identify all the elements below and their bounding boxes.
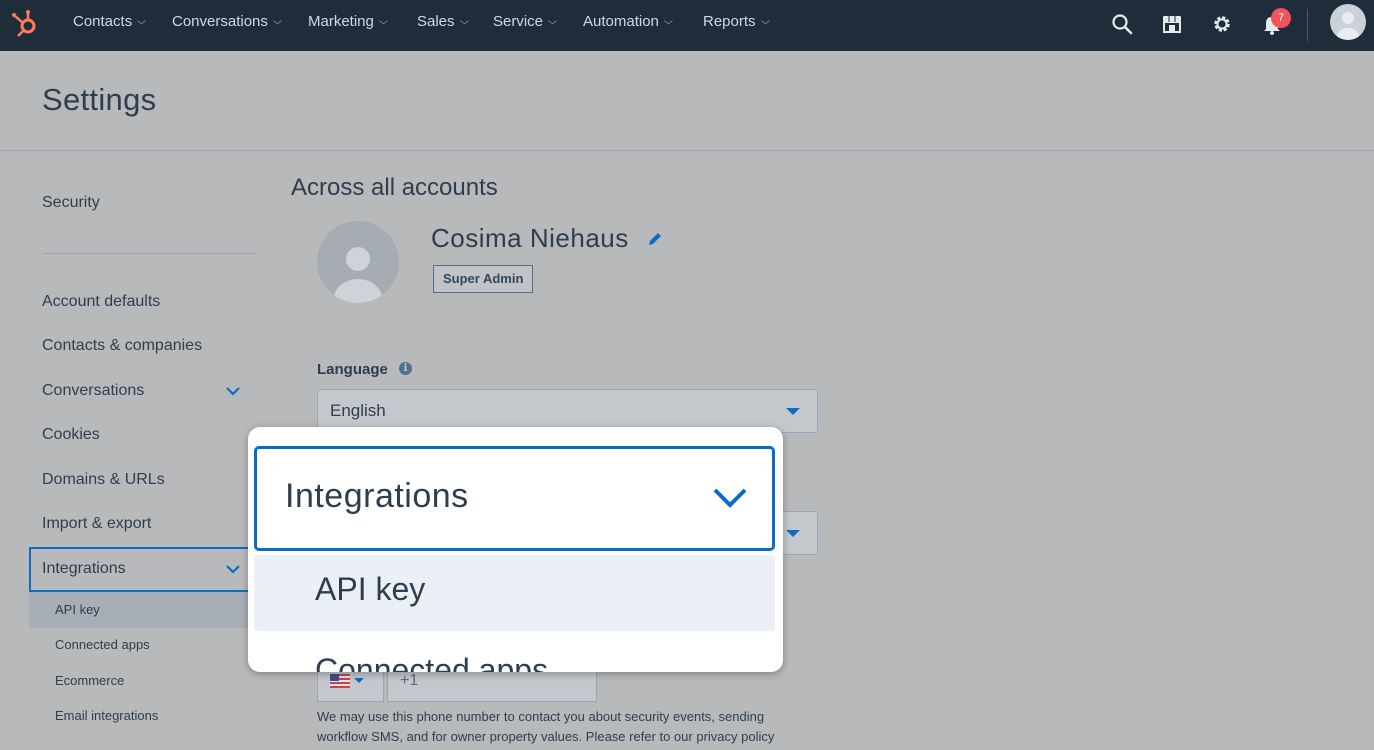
- sidebar-divider: [42, 253, 256, 254]
- nav-reports-label: Reports: [703, 13, 756, 30]
- nav-marketing-label: Marketing: [308, 13, 374, 30]
- chevron-down-icon: ⌵: [760, 16, 770, 26]
- nav-service-label: Service: [493, 13, 544, 30]
- nav-marketing[interactable]: Marketing ⌵: [308, 13, 388, 30]
- sidebar-item-account-defaults[interactable]: Account defaults: [42, 293, 160, 311]
- nav-conversations[interactable]: Conversations ⌵: [172, 13, 282, 30]
- caret-down-icon: [786, 530, 800, 537]
- nav-sales[interactable]: Sales ⌵: [417, 13, 469, 30]
- sidebar-item-integrations[interactable]: Integrations: [42, 560, 126, 578]
- sidebar-item-domains-urls[interactable]: Domains & URLs: [42, 471, 165, 489]
- user-name: Cosima Niehaus: [431, 223, 629, 253]
- caret-down-icon: [354, 678, 364, 683]
- integrations-menu-header[interactable]: Integrations: [254, 446, 775, 551]
- top-navigation-bar: Contacts ⌵ Conversations ⌵ Marketing ⌵ Sale…: [0, 0, 1374, 51]
- phone-prefix: +1: [400, 672, 419, 689]
- chevron-down-icon[interactable]: [225, 386, 241, 396]
- sidebar-item-cookies[interactable]: Cookies: [42, 426, 100, 444]
- sidebar-item-import-export[interactable]: Import & export: [42, 515, 151, 533]
- language-select-value: English: [330, 401, 386, 420]
- sidebar-item-security[interactable]: Security: [42, 194, 100, 212]
- chevron-down-icon[interactable]: [225, 564, 241, 574]
- gear-icon[interactable]: [1210, 12, 1234, 36]
- chevron-down-icon: ⌵: [137, 16, 147, 26]
- chevron-down-icon: ⌵: [548, 16, 557, 26]
- nav-service[interactable]: Service ⌵: [493, 13, 557, 30]
- menu-item-connected-apps[interactable]: Connected apps: [315, 652, 548, 672]
- chevron-down-icon[interactable]: [712, 487, 748, 509]
- menu-item-api-key-label: API key: [315, 571, 426, 607]
- nav-automation-label: Automation: [583, 13, 659, 30]
- sidebar-item-contacts-companies[interactable]: Contacts & companies: [42, 337, 202, 355]
- sidebar-subitem-email-integrations[interactable]: Email integrations: [55, 708, 158, 723]
- page-title: Settings: [42, 82, 157, 117]
- nav-reports[interactable]: Reports ⌵: [703, 13, 770, 30]
- role-badge: Super Admin: [433, 265, 534, 293]
- caret-down-icon: [786, 408, 800, 415]
- chevron-down-icon: ⌵: [459, 16, 469, 26]
- marketplace-icon[interactable]: [1160, 12, 1184, 36]
- us-flag-icon: [330, 674, 350, 688]
- hubspot-logo-icon[interactable]: [10, 8, 40, 38]
- language-label: Language: [317, 361, 388, 378]
- avatar-person-icon: [333, 247, 383, 303]
- nav-contacts[interactable]: Contacts ⌵: [73, 13, 147, 30]
- sidebar-subitem-connected-apps[interactable]: Connected apps: [55, 637, 150, 652]
- integrations-header-label: Integrations: [285, 477, 469, 515]
- user-avatar[interactable]: [1330, 4, 1366, 40]
- nav-divider: [1307, 9, 1308, 41]
- notification-badge: 7: [1271, 8, 1291, 28]
- header-divider: [0, 150, 1374, 151]
- zoom-callout: Integrations API key Connected apps: [248, 427, 783, 672]
- chevron-down-icon: ⌵: [663, 16, 673, 26]
- menu-item-api-key[interactable]: API key: [254, 555, 775, 631]
- sidebar-subitem-ecommerce[interactable]: Ecommerce: [55, 673, 124, 688]
- search-icon[interactable]: [1110, 12, 1134, 36]
- sidebar-subitem-api-key[interactable]: API key: [55, 602, 100, 617]
- chevron-down-icon: ⌵: [272, 16, 282, 26]
- edit-pencil-icon[interactable]: [646, 230, 664, 248]
- nav-contacts-label: Contacts: [73, 13, 133, 30]
- chevron-down-icon: ⌵: [378, 16, 388, 26]
- avatar-person-icon: [1337, 12, 1359, 40]
- sidebar-item-conversations[interactable]: Conversations: [42, 382, 144, 400]
- nav-conversations-label: Conversations: [172, 13, 268, 30]
- info-icon[interactable]: i: [399, 362, 412, 375]
- section-title: Across all accounts: [291, 174, 498, 201]
- nav-sales-label: Sales: [417, 13, 455, 30]
- nav-automation[interactable]: Automation ⌵: [583, 13, 673, 30]
- profile-avatar[interactable]: [317, 221, 399, 303]
- phone-help-text: We may use this phone number to contact …: [317, 709, 775, 744]
